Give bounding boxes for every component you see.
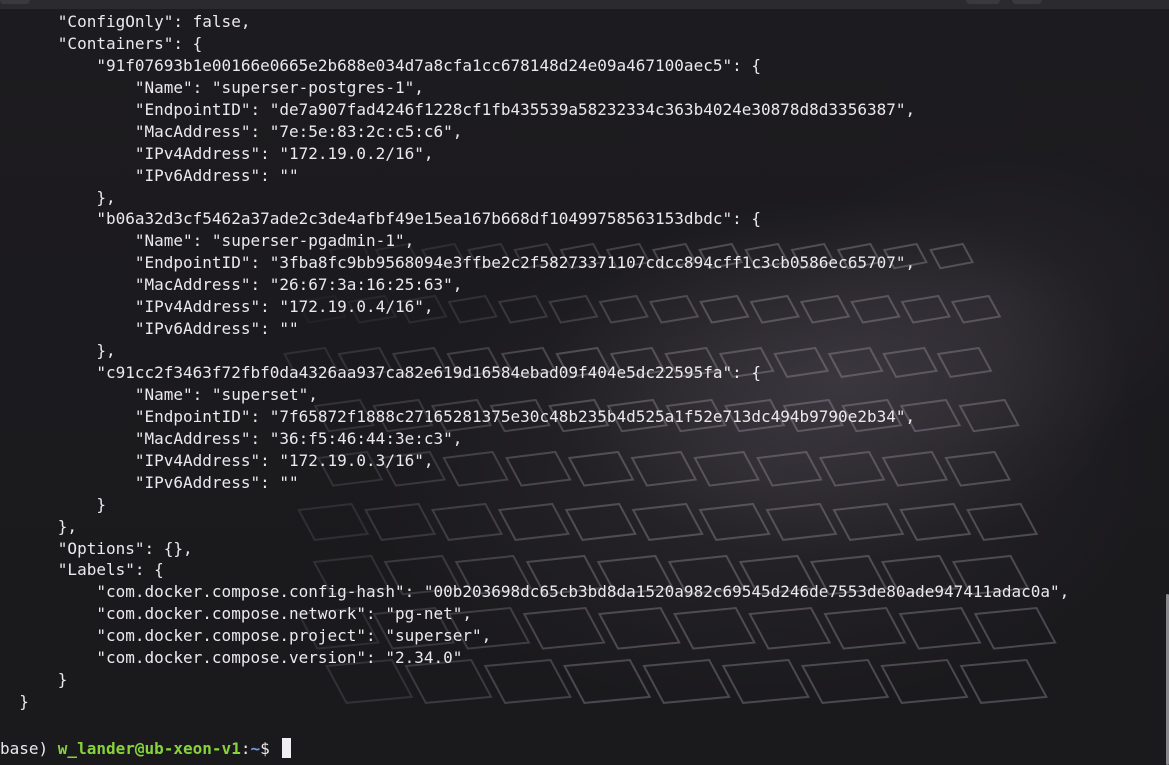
output-line: "Options": {}, xyxy=(0,538,193,558)
prompt-user-host: w_lander@ub-xeon-v1 xyxy=(57,739,241,758)
output-line: "IPv4Address": "172.19.0.3/16", xyxy=(0,450,434,470)
output-line: "Name": "superset", xyxy=(0,384,318,404)
prompt-path: ~ xyxy=(250,739,261,758)
output-line: "EndpointID": "3fba8fc9bb9568094e3ffbe2c… xyxy=(0,253,916,273)
output-line: "MacAddress": "26:67:3a:16:25:63", xyxy=(0,275,463,295)
output-line: "EndpointID": "7f65872f1888c27165281375e… xyxy=(0,406,916,426)
output-line: } xyxy=(0,692,29,712)
output-line: }, xyxy=(0,341,116,361)
output-line: } xyxy=(0,494,106,514)
output-line: "ConfigOnly": false, xyxy=(0,12,251,31)
terminal-window[interactable]: "ConfigOnly": false, "Containers": { "91… xyxy=(0,0,1169,765)
output-line: "MacAddress": "36:f5:46:44:3e:c3", xyxy=(0,428,463,448)
output-line: "Containers": { xyxy=(0,33,203,53)
output-line: "IPv4Address": "172.19.0.2/16", xyxy=(0,143,434,163)
output-line: "com.docker.compose.version": "2.34.0" xyxy=(0,648,463,668)
output-line: } xyxy=(0,670,68,690)
output-line: "EndpointID": "de7a907fad4246f1228cf1fb4… xyxy=(0,99,916,119)
prompt-env: base) xyxy=(0,739,58,758)
output-line: "com.docker.compose.project": "superser"… xyxy=(0,626,492,646)
output-line: }, xyxy=(0,516,78,536)
output-line: "IPv6Address": "" xyxy=(0,165,299,185)
output-line: "91f07693b1e00166e0665e2b688e034d7a8cfa1… xyxy=(0,55,761,75)
output-line: "c91cc2f3463f72fbf0da4326aa937ca82e619d1… xyxy=(0,363,761,382)
output-line: "MacAddress": "7e:5e:83:2c:c5:c6", xyxy=(0,121,463,141)
output-line: "Name": "superser-pgadmin-1", xyxy=(0,231,415,251)
output-line: "com.docker.compose.config-hash": "00b20… xyxy=(0,582,1070,602)
output-line: "IPv4Address": "172.19.0.4/16", xyxy=(0,297,434,317)
output-line: "b06a32d3cf5462a37ade2c3de4afbf49e15ea16… xyxy=(0,209,761,229)
output-line: "IPv6Address": "" xyxy=(0,319,299,339)
prompt-symbol: $ xyxy=(260,739,280,758)
output-line: "Name": "superser-postgres-1", xyxy=(0,77,424,97)
output-line: "IPv6Address": "" xyxy=(0,472,299,492)
output-line: "com.docker.compose.network": "pg-net", xyxy=(0,604,473,624)
shell-prompt[interactable]: base) w_lander@ub-xeon-v1:~$ xyxy=(0,738,292,760)
terminal-output: "ConfigOnly": false, "Containers": { "91… xyxy=(0,11,1169,713)
text-cursor xyxy=(282,738,292,758)
output-line: }, xyxy=(0,187,116,207)
output-line: "Labels": { xyxy=(0,560,164,580)
